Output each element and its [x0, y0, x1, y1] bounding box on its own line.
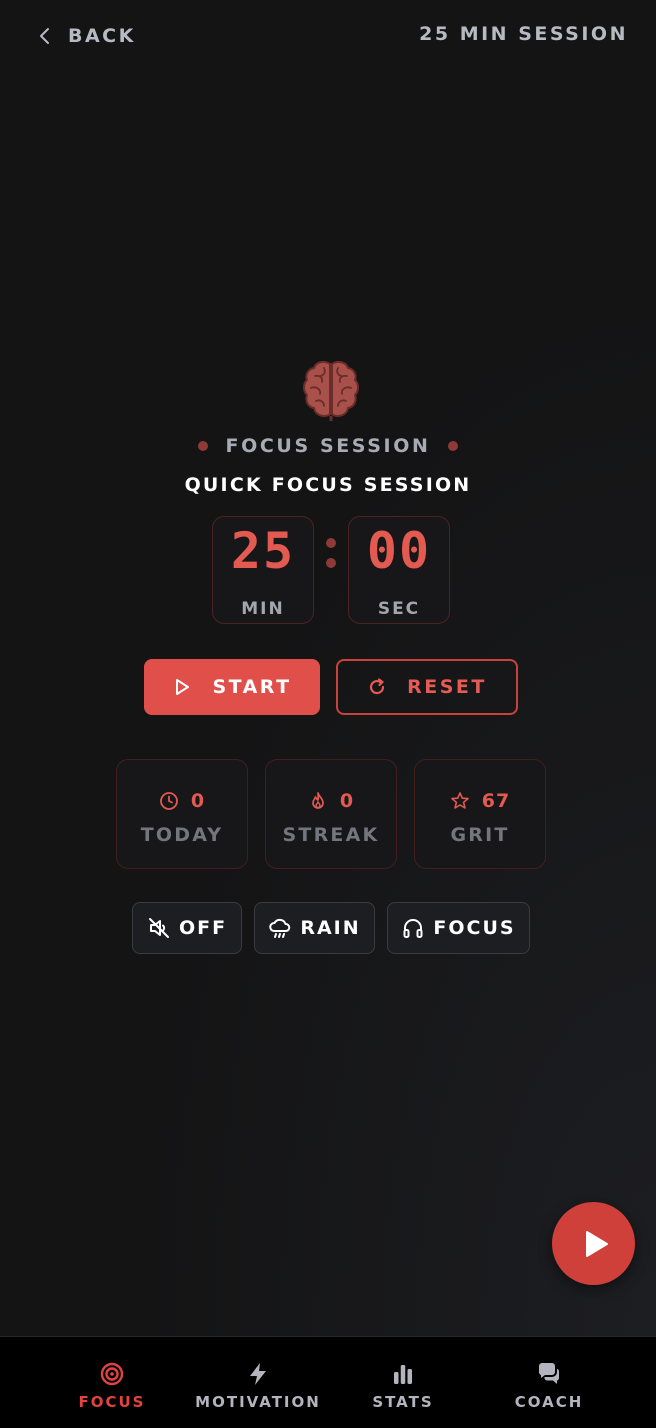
- minutes-label: MIN: [241, 599, 285, 619]
- target-icon: [100, 1362, 124, 1386]
- headphones-icon: [403, 919, 423, 938]
- sound-off-label: OFF: [178, 917, 228, 939]
- nav-label-stats: STATS: [372, 1393, 434, 1411]
- sound-rain-label: RAIN: [300, 917, 361, 939]
- reset-button[interactable]: RESET: [336, 659, 518, 715]
- chevron-left-icon: [40, 28, 49, 44]
- seconds-value: 00: [366, 522, 432, 580]
- stat-card-grit: 67 GRIT: [414, 759, 546, 869]
- back-label: BACK: [68, 25, 136, 47]
- tag-dot-left: [197, 441, 208, 451]
- start-button[interactable]: START: [144, 659, 320, 715]
- flame-icon: [312, 792, 324, 809]
- seconds-label: SEC: [377, 599, 421, 619]
- nav-item-coach[interactable]: COACH: [508, 1337, 590, 1428]
- sound-focus-button[interactable]: FOCUS: [387, 902, 530, 954]
- streak-label: STREAK: [282, 824, 380, 846]
- back-button[interactable]: BACK: [36, 22, 136, 50]
- play-icon: [585, 1230, 608, 1257]
- minutes-display: 25 MIN: [212, 516, 314, 624]
- rain-cloud-icon: [269, 918, 291, 938]
- lightning-icon: [250, 1363, 266, 1385]
- sound-focus-label: FOCUS: [433, 917, 516, 939]
- timer-separator: [325, 538, 337, 570]
- muted-speaker-icon: [148, 918, 169, 938]
- nav-item-stats[interactable]: STATS: [363, 1337, 443, 1428]
- session-length-label: 25 MIN SESSION: [419, 23, 628, 45]
- sound-off-button[interactable]: OFF: [132, 902, 242, 954]
- streak-value: 0: [339, 790, 355, 812]
- tag-dot-right: [448, 441, 459, 451]
- chat-bubbles-icon: [538, 1363, 560, 1384]
- session-title: QUICK FOCUS SESSION: [184, 474, 472, 496]
- session-tag-label: FOCUS SESSION: [225, 435, 431, 457]
- play-fab[interactable]: [552, 1202, 635, 1285]
- play-outline-icon: [176, 679, 190, 695]
- today-value: 0: [190, 790, 206, 812]
- stat-card-streak: 0 STREAK: [265, 759, 397, 869]
- grit-label: GRIT: [450, 824, 510, 846]
- bottom-nav: FOCUS MOTIVATION STATS COACH: [0, 1336, 656, 1428]
- start-button-label: START: [212, 676, 292, 698]
- minutes-value: 25: [230, 522, 296, 580]
- star-icon: [450, 792, 469, 809]
- nav-label-coach: COACH: [514, 1393, 584, 1411]
- background: [0, 0, 656, 1336]
- grit-value: 67: [481, 790, 511, 812]
- reset-button-label: RESET: [407, 676, 487, 698]
- brain-icon: [303, 360, 359, 421]
- nav-label-motivation: MOTIVATION: [195, 1393, 321, 1411]
- session-tag: FOCUS SESSION: [0, 432, 656, 460]
- seconds-display: 00 SEC: [348, 516, 450, 624]
- nav-item-motivation[interactable]: MOTIVATION: [188, 1337, 328, 1428]
- today-label: TODAY: [140, 824, 224, 846]
- top-bar: BACK 25 MIN SESSION: [0, 0, 656, 72]
- nav-item-focus[interactable]: FOCUS: [72, 1337, 152, 1428]
- stat-card-today: 0 TODAY: [116, 759, 248, 869]
- clock-icon: [159, 792, 178, 810]
- bar-chart-icon: [394, 1365, 412, 1384]
- nav-label-focus: FOCUS: [78, 1393, 146, 1411]
- reset-icon: [370, 678, 385, 695]
- sound-rain-button[interactable]: RAIN: [254, 902, 375, 954]
